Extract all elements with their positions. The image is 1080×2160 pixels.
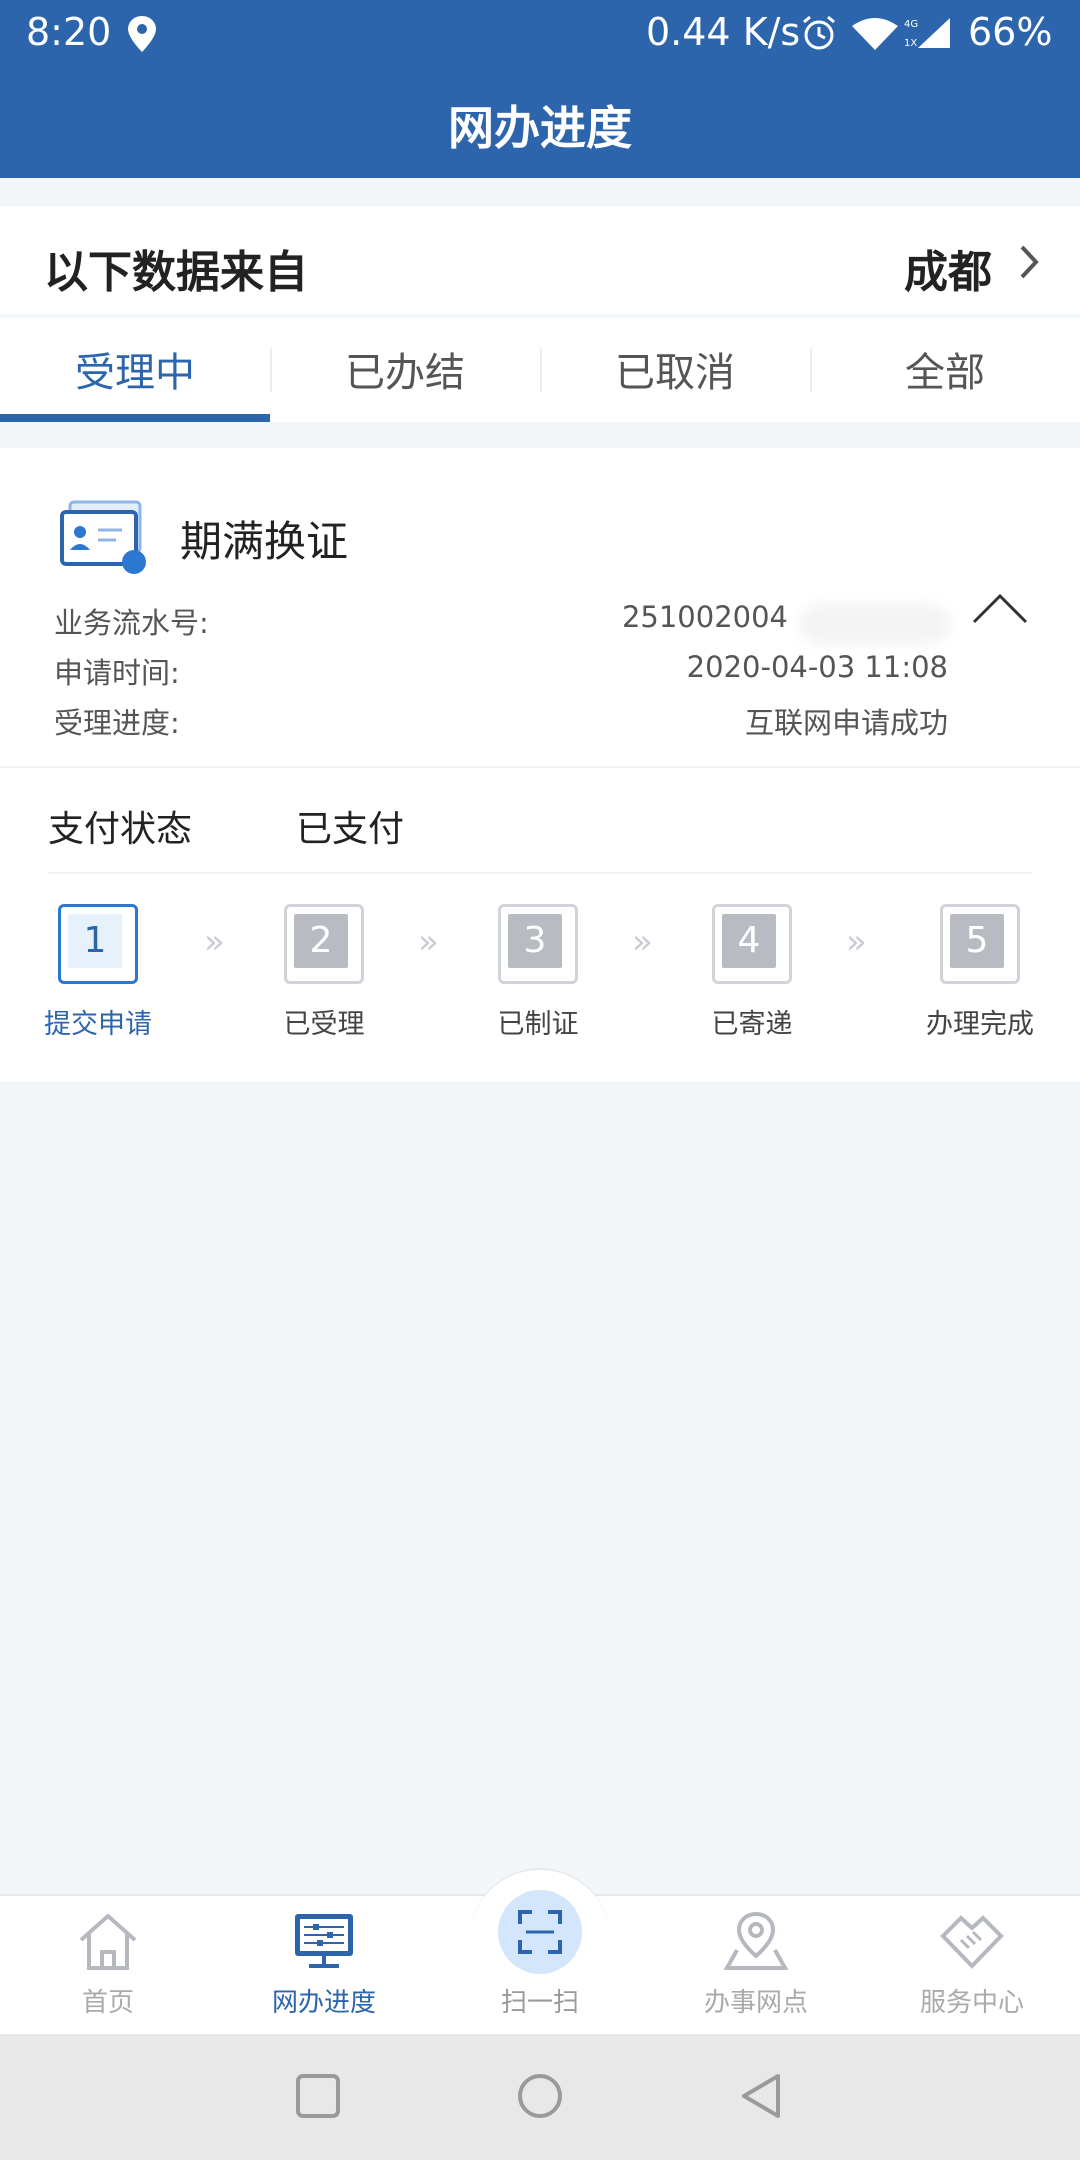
step-number: 1 xyxy=(68,914,122,968)
step-separator: » xyxy=(418,922,439,962)
status-time: 8:20 xyxy=(26,10,112,54)
location-icon xyxy=(128,16,156,52)
nav-service-points-label: 办事网点 xyxy=(703,1988,808,2018)
payment-value: 已支付 xyxy=(296,809,405,850)
home-icon xyxy=(79,1913,137,1970)
progress-label: 受理进度: xyxy=(54,706,180,740)
page-title: 网办进度 xyxy=(448,101,632,155)
scan-icon xyxy=(518,1910,562,1954)
nav-home-label: 首页 xyxy=(81,1988,134,2018)
status-tabs: 受理中 已办结 已取消 全部 xyxy=(0,318,1080,422)
svg-text:1X: 1X xyxy=(904,38,917,49)
tab-cancelled[interactable]: 已取消 xyxy=(540,318,810,422)
nav-service-center[interactable]: 服务中心 xyxy=(892,1910,1052,2019)
tab-in-progress[interactable]: 受理中 xyxy=(0,318,270,422)
nav-progress[interactable]: 网办进度 xyxy=(244,1910,404,2019)
step-3: 3 xyxy=(498,904,578,984)
step-label: 已制证 xyxy=(497,1009,579,1040)
tab-all[interactable]: 全部 xyxy=(810,318,1080,422)
apply-time-value: 2020-04-03 11:08 xyxy=(686,650,948,684)
step-label: 办理完成 xyxy=(926,1009,1034,1040)
step-2: 2 xyxy=(284,904,364,984)
step-number: 2 xyxy=(294,914,348,968)
status-net-speed: 0.44 K/s xyxy=(646,10,801,54)
status-battery: 66% xyxy=(968,10,1053,54)
step-separator: » xyxy=(632,922,653,962)
step-1: 1 xyxy=(58,904,138,984)
serial-label: 业务流水号: xyxy=(54,606,209,640)
payment-label: 支付状态 xyxy=(48,809,193,850)
serial-value: 251002004 xyxy=(621,600,788,634)
data-source-row[interactable]: 以下数据来自 成都 xyxy=(0,206,1080,314)
step-number: 3 xyxy=(508,914,562,968)
step-5: 5 xyxy=(940,904,1020,984)
id-card-icon xyxy=(60,500,146,574)
service-title: 期满换证 xyxy=(180,517,349,566)
signal-icon: 4G 1X xyxy=(904,18,950,49)
back-icon[interactable] xyxy=(734,2068,790,2124)
map-pin-icon xyxy=(723,1911,789,1970)
alarm-icon xyxy=(803,15,835,50)
step-label: 已寄递 xyxy=(711,1009,793,1040)
step-number: 5 xyxy=(950,914,1004,968)
nav-service-center-label: 服务中心 xyxy=(919,1988,1024,2018)
status-bar: 8:20 0.44 K/s 4G 1X 66% xyxy=(0,0,1080,66)
application-card: 期满换证 xyxy=(0,448,1080,1082)
step-label: 提交申请 xyxy=(44,1009,152,1040)
nav-home[interactable]: 首页 xyxy=(28,1910,188,2019)
data-source-label: 以下数据来自 xyxy=(44,247,308,298)
divider xyxy=(0,766,1080,768)
svg-text:4G: 4G xyxy=(904,19,918,30)
nav-progress-label: 网办进度 xyxy=(271,1988,376,2018)
step-label: 已受理 xyxy=(283,1009,365,1040)
nav-service-points[interactable]: 办事网点 xyxy=(676,1910,836,2019)
home-button-icon[interactable] xyxy=(512,2068,568,2124)
tab-completed[interactable]: 已办结 xyxy=(270,318,540,422)
redaction-blur-inner xyxy=(800,604,950,644)
step-4: 4 xyxy=(712,904,792,984)
handshake-icon xyxy=(940,1915,1004,1969)
chevron-up-icon[interactable] xyxy=(970,590,1030,626)
monitor-icon xyxy=(295,1914,353,1968)
app-header: 8:20 0.44 K/s 4G 1X 66% 网办进度 xyxy=(0,0,1080,178)
system-nav-bar xyxy=(0,2034,1080,2160)
data-source-city[interactable]: 成都 xyxy=(904,236,992,300)
step-number: 4 xyxy=(722,914,776,968)
chevron-right-icon[interactable] xyxy=(1014,242,1044,282)
step-separator: » xyxy=(204,922,225,962)
step-separator: » xyxy=(846,922,867,962)
apply-time-label: 申请时间: xyxy=(54,656,180,690)
progress-value: 互联网申请成功 xyxy=(744,706,948,740)
scan-button[interactable] xyxy=(498,1890,582,1974)
wifi-icon xyxy=(852,18,898,50)
nav-scan-label[interactable]: 扫一扫 xyxy=(460,1982,620,2019)
divider xyxy=(48,872,1032,874)
recent-apps-icon[interactable] xyxy=(290,2068,346,2124)
